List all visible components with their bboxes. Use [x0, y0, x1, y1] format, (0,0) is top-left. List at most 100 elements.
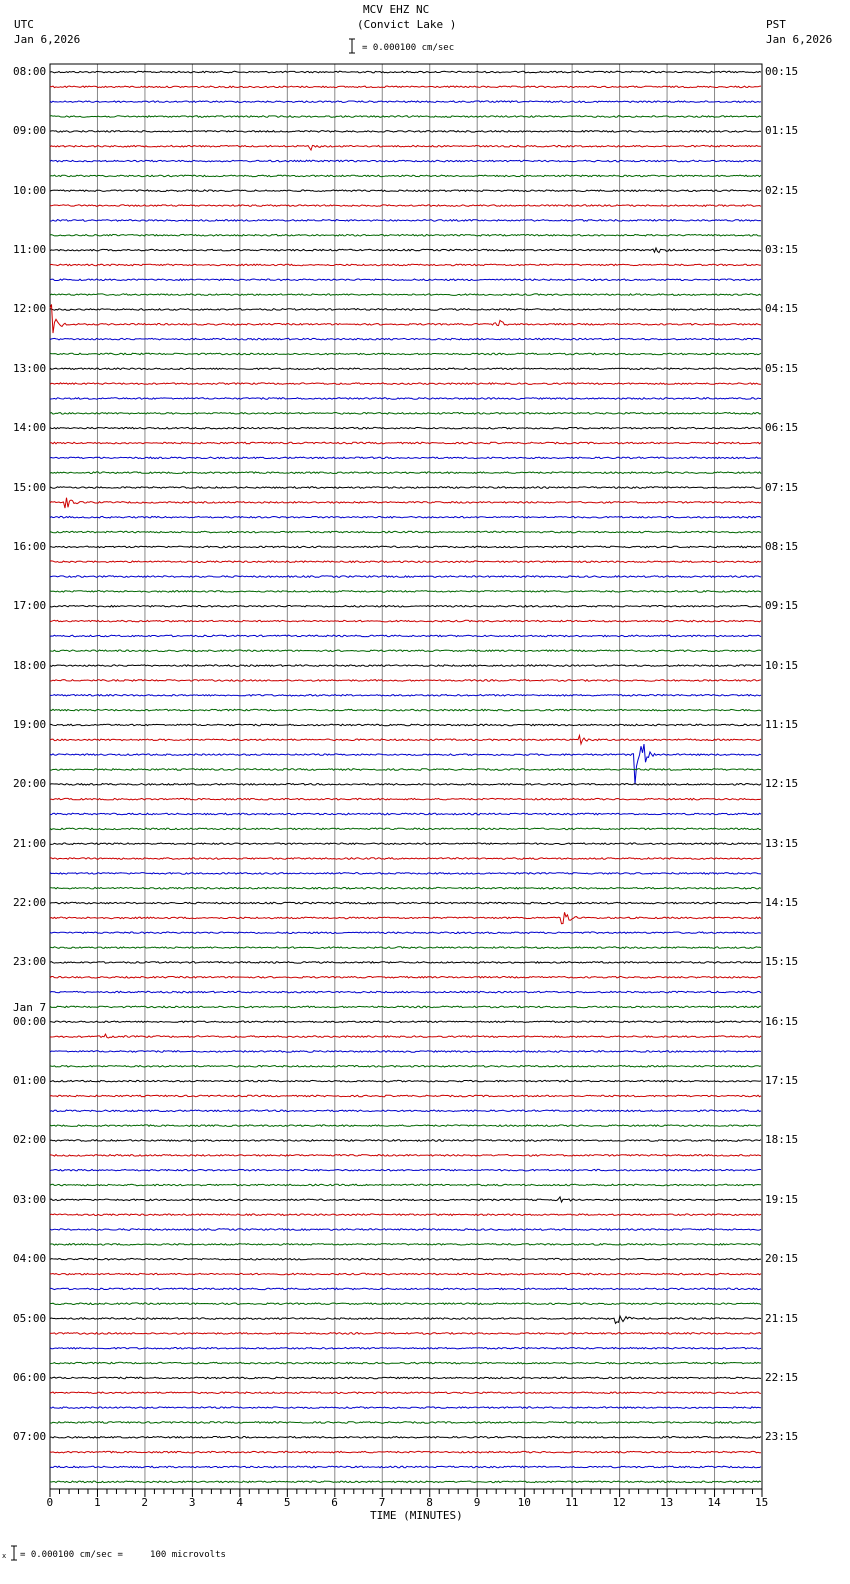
utc-hour-label: 02:00 [13, 1133, 47, 1147]
utc-hour-label: 05:00 [13, 1311, 47, 1325]
trace-80 [49, 1257, 762, 1261]
pst-hour-label: 01:15 [765, 124, 799, 138]
trace-83 [50, 1302, 762, 1306]
trace-48 [49, 782, 762, 786]
trace-41 [49, 678, 762, 682]
pst-hour-label: 13:15 [765, 836, 799, 850]
utc-hour-label: 23:00 [13, 955, 47, 969]
trace-57 [49, 912, 762, 925]
x-tick-label: 12 [612, 1496, 626, 1509]
trace-19 [49, 352, 762, 356]
x-tick-label: 3 [188, 1496, 196, 1509]
trace-13 [49, 263, 762, 267]
utc-hour-label: 06:00 [13, 1370, 47, 1384]
trace-30 [49, 515, 762, 519]
trace-55 [49, 886, 762, 890]
pst-hour-label: 04:15 [765, 302, 799, 316]
trace-24 [49, 426, 762, 430]
trace-94 [49, 1465, 762, 1469]
trace-82 [50, 1287, 762, 1291]
trace-49 [49, 797, 762, 801]
utc-hour-label: 04:00 [13, 1252, 47, 1266]
trace-35 [49, 589, 762, 593]
utc-hour-label: 22:00 [13, 896, 47, 910]
trace-65 [49, 1032, 762, 1039]
trace-67 [49, 1064, 762, 1068]
trace-4 [49, 129, 762, 133]
trace-31 [49, 530, 762, 534]
x-tick-label: 11 [565, 1496, 579, 1509]
pst-hour-label: 15:15 [765, 955, 799, 969]
trace-77 [49, 1213, 762, 1217]
trace-62 [49, 990, 762, 994]
trace-8 [49, 189, 762, 193]
trace-79 [49, 1242, 762, 1246]
utc-hour-label: 12:00 [13, 302, 47, 316]
trace-9 [49, 204, 762, 208]
trace-85 [49, 1331, 762, 1335]
scale-bar-icon [349, 38, 355, 54]
trace-11 [49, 233, 761, 237]
x-tick-label: 7 [378, 1496, 386, 1509]
trace-95 [49, 1480, 762, 1484]
x-tick-label: 1 [93, 1496, 101, 1509]
trace-92 [50, 1435, 762, 1439]
trace-75 [49, 1183, 761, 1187]
utc-hour-label: 09:00 [13, 124, 47, 138]
trace-0 [49, 70, 762, 74]
trace-90 [49, 1406, 762, 1410]
trace-64 [49, 1020, 762, 1024]
x-tick-label: 4 [236, 1496, 243, 1509]
x-tick-label: 2 [141, 1496, 149, 1509]
pst-hour-label: 06:15 [765, 421, 799, 435]
trace-60 [49, 960, 762, 964]
trace-66 [49, 1049, 762, 1053]
x-tick-label: 14 [707, 1496, 721, 1509]
utc-hour-label: 21:00 [13, 836, 47, 850]
trace-61 [49, 975, 762, 979]
trace-59 [49, 946, 762, 949]
trace-5 [49, 144, 762, 152]
trace-74 [49, 1168, 762, 1172]
date-change-label: Jan 7 [13, 1000, 47, 1014]
trace-36 [49, 604, 762, 608]
pst-hour-label: 00:15 [765, 65, 799, 78]
utc-hour-label: 11:00 [13, 243, 47, 257]
utc-hour-label: 07:00 [13, 1430, 47, 1444]
trace-34 [49, 575, 762, 578]
trace-42 [50, 693, 762, 697]
trace-53 [49, 857, 762, 860]
trace-70 [49, 1109, 762, 1113]
trace-27 [49, 471, 762, 475]
trace-32 [49, 545, 762, 549]
trace-39 [49, 649, 762, 653]
pst-hour-label: 02:15 [765, 183, 799, 197]
utc-hour-label: 19:00 [13, 717, 47, 731]
utc-hour-label: 03:00 [13, 1192, 47, 1206]
pst-hour-label: 16:15 [765, 1014, 799, 1028]
trace-58 [49, 931, 762, 935]
utc-hour-label: 01:00 [13, 1074, 47, 1088]
pst-hour-label: 11:15 [765, 717, 799, 731]
utc-hour-label: 00:00 [13, 1014, 47, 1028]
trace-28 [49, 486, 762, 489]
utc-hour-label: 13:00 [13, 361, 47, 375]
trace-10 [50, 218, 762, 222]
trace-50 [49, 812, 762, 816]
trace-68 [49, 1079, 762, 1083]
pst-hour-label: 17:15 [765, 1074, 799, 1088]
pst-hour-label: 21:15 [765, 1311, 799, 1325]
trace-54 [49, 871, 762, 875]
utc-hour-label: 14:00 [13, 421, 47, 435]
trace-71 [49, 1124, 762, 1128]
pst-hour-label: 08:15 [765, 539, 799, 553]
x-tick-label: 5 [283, 1496, 291, 1509]
trace-93 [49, 1450, 762, 1454]
trace-52 [49, 842, 761, 846]
trace-69 [49, 1094, 762, 1098]
trace-63 [49, 1005, 762, 1009]
trace-46 [49, 744, 762, 785]
trace-12 [49, 246, 762, 254]
pst-hour-label: 03:15 [765, 243, 799, 257]
trace-91 [49, 1420, 762, 1424]
